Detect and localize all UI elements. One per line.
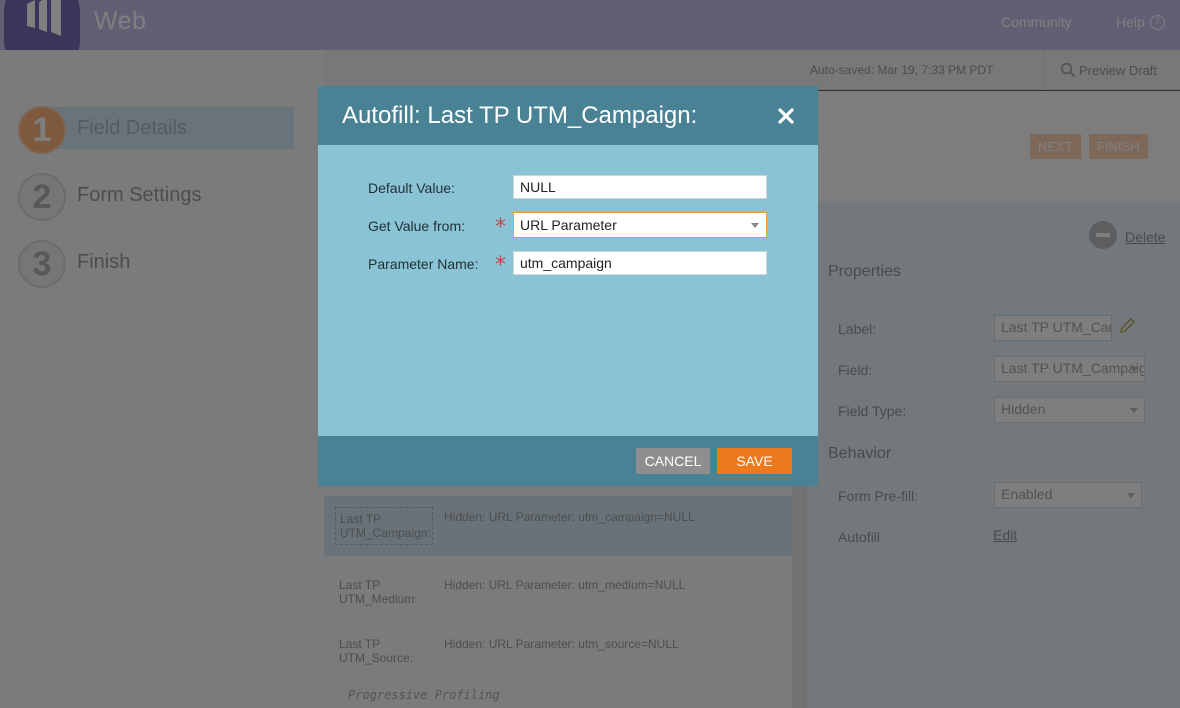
save-button[interactable]: SAVE [717, 448, 792, 474]
dialog-footer: CANCEL SAVE [318, 436, 818, 486]
parameter-name-input[interactable] [513, 251, 767, 275]
chevron-down-icon [751, 223, 759, 228]
get-value-from-label: Get Value from: [368, 218, 466, 234]
dialog-header: Autofill: Last TP UTM_Campaign: [318, 86, 818, 145]
close-icon[interactable] [776, 106, 796, 126]
parameter-name-label: Parameter Name: [368, 256, 479, 272]
default-value-input[interactable] [513, 175, 767, 199]
get-value-from-select[interactable]: URL Parameter [513, 212, 767, 238]
get-value-from-value: URL Parameter [520, 217, 617, 233]
required-asterisk-icon: * [495, 215, 506, 240]
default-value-label: Default Value: [368, 180, 455, 196]
dialog-title: Autofill: Last TP UTM_Campaign: [342, 102, 698, 129]
required-asterisk-icon: * [495, 253, 506, 278]
dialog-body: Default Value: Get Value from: * URL Par… [318, 145, 818, 436]
autofill-dialog: Autofill: Last TP UTM_Campaign: Default … [318, 86, 818, 486]
cancel-button[interactable]: CANCEL [636, 448, 710, 474]
